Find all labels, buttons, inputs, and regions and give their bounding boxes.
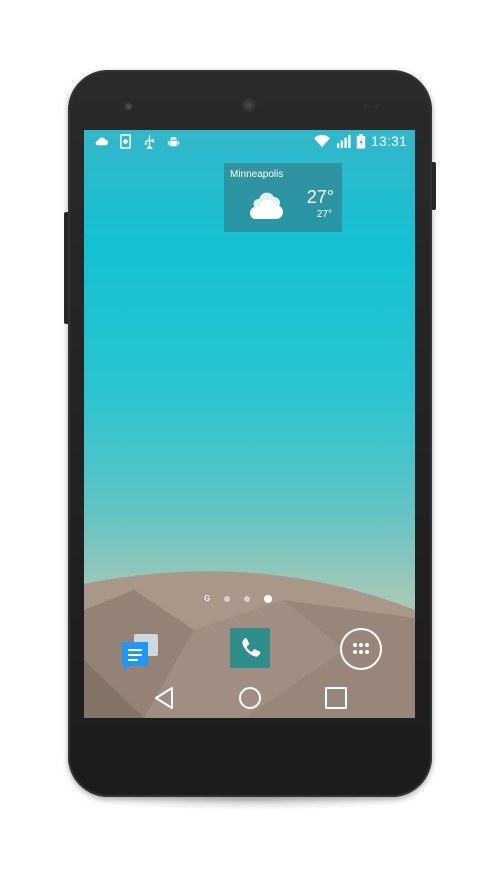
- weather-widget[interactable]: Minneapolis 27° 27°: [224, 163, 342, 232]
- home-screen: 13:31 Minneapolis 27° 27° G: [84, 130, 415, 718]
- light-sensor: [374, 104, 379, 109]
- weather-city: Minneapolis: [230, 169, 284, 180]
- home-icon[interactable]: [236, 684, 264, 712]
- weather-temperature: 27°: [306, 187, 334, 207]
- back-icon[interactable]: [150, 684, 178, 712]
- messenger-icon: [122, 634, 158, 671]
- android-debug-icon: [167, 136, 180, 147]
- phone-app-icon[interactable]: [230, 628, 270, 668]
- earpiece-speaker: [240, 96, 258, 114]
- status-bar: 13:31: [84, 130, 415, 154]
- weather-temperature-secondary: 27°: [316, 209, 332, 220]
- wifi-icon: [313, 134, 330, 147]
- cell-signal-icon: [336, 134, 351, 148]
- phone-icon: [242, 638, 261, 657]
- cloudy-icon: [250, 192, 283, 219]
- navigation-bar: [84, 678, 415, 718]
- usb-icon: [144, 134, 155, 149]
- recents-icon[interactable]: [322, 684, 350, 712]
- page-dot-active[interactable]: [264, 594, 273, 603]
- google-page-indicator[interactable]: G: [204, 594, 210, 603]
- app-drawer-button[interactable]: [340, 628, 382, 670]
- screenshot-icon: [120, 134, 131, 149]
- cloud-icon: [95, 137, 109, 146]
- app-drawer-icon: [353, 643, 369, 654]
- page-dot[interactable]: [224, 595, 231, 602]
- status-clock: 13:31: [370, 133, 407, 149]
- front-camera: [124, 102, 133, 111]
- proximity-sensor: [363, 104, 368, 109]
- page-dot[interactable]: [244, 595, 251, 602]
- page-indicator: G: [204, 594, 273, 603]
- messenger-app-icon[interactable]: [120, 632, 160, 672]
- battery-icon: [356, 133, 366, 149]
